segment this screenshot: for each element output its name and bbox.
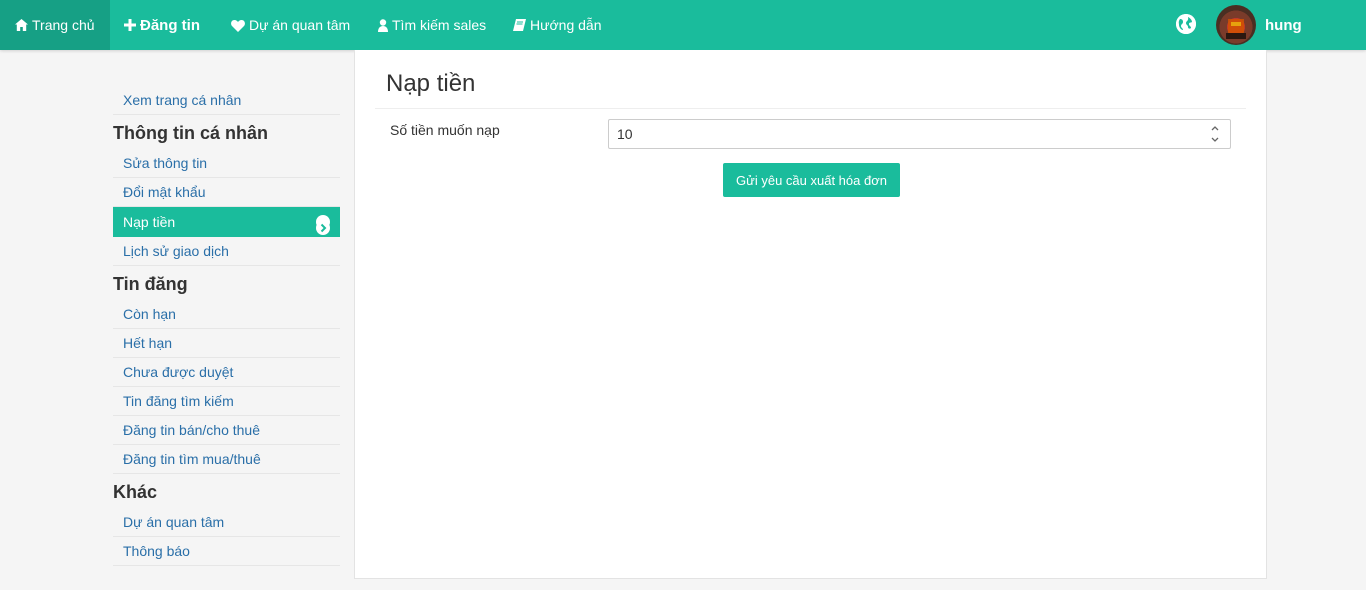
sidebar-item-top-up[interactable]: Nạp tiền bbox=[113, 207, 340, 237]
page-title: Nạp tiền bbox=[375, 50, 1246, 109]
username[interactable]: hung bbox=[1265, 0, 1302, 50]
nav-projects-label: Dự án quan tâm bbox=[249, 17, 351, 33]
sidebar-item-change-password[interactable]: Đổi mật khẩu bbox=[113, 178, 340, 207]
sidebar-item-active-listings[interactable]: Còn hạn bbox=[113, 300, 340, 329]
amount-input[interactable] bbox=[608, 119, 1231, 149]
main-panel: Nạp tiền Số tiền muốn nạp Gửi yêu cầu xu… bbox=[354, 50, 1267, 579]
sidebar-item-post-buy-rent[interactable]: Đăng tin tìm mua/thuê bbox=[113, 445, 340, 474]
sidebar-item-transaction-history[interactable]: Lịch sử giao dịch bbox=[113, 237, 340, 266]
nav-guide-label: Hướng dẫn bbox=[530, 17, 602, 33]
book-icon bbox=[513, 19, 526, 31]
sidebar-item-notifications[interactable]: Thông báo bbox=[113, 537, 340, 566]
nav-post[interactable]: Đăng tin bbox=[124, 0, 200, 50]
nav-home[interactable]: Trang chủ bbox=[0, 0, 110, 50]
globe-icon[interactable] bbox=[1176, 14, 1196, 34]
submit-invoice-request-button[interactable]: Gửi yêu cầu xuất hóa đơn bbox=[723, 163, 900, 197]
top-navbar: Trang chủ Đăng tin Dự án quan tâm Tìm ki… bbox=[0, 0, 1366, 50]
sidebar-item-view-profile[interactable]: Xem trang cá nhân bbox=[113, 86, 340, 115]
heart-icon bbox=[231, 19, 245, 32]
home-icon bbox=[15, 19, 28, 31]
sidebar-item-post-sell-rent[interactable]: Đăng tin bán/cho thuê bbox=[113, 416, 340, 445]
sidebar-section-title: Khác bbox=[113, 482, 158, 502]
avatar[interactable] bbox=[1216, 5, 1256, 45]
sidebar: Xem trang cá nhân Thông tin cá nhân Sửa … bbox=[113, 86, 340, 566]
amount-label: Số tiền muốn nạp bbox=[390, 122, 500, 138]
nav-projects[interactable]: Dự án quan tâm bbox=[231, 0, 350, 50]
nav-search-sales[interactable]: Tìm kiếm sales bbox=[378, 0, 486, 50]
sidebar-section-title: Tin đăng bbox=[113, 274, 188, 294]
user-icon bbox=[378, 18, 388, 32]
plus-icon bbox=[124, 19, 136, 31]
number-spinner[interactable] bbox=[1207, 123, 1223, 145]
chevron-right-circle-icon bbox=[316, 215, 330, 235]
nav-post-label: Đăng tin bbox=[140, 16, 200, 34]
sidebar-item-search-listings[interactable]: Tin đăng tìm kiếm bbox=[113, 387, 340, 416]
sidebar-item-edit-info[interactable]: Sửa thông tin bbox=[113, 149, 340, 178]
sidebar-item-expired-listings[interactable]: Hết hạn bbox=[113, 329, 340, 358]
nav-search-sales-label: Tìm kiếm sales bbox=[392, 17, 487, 33]
nav-guide[interactable]: Hướng dẫn bbox=[513, 0, 601, 50]
sidebar-item-pending-listings[interactable]: Chưa được duyệt bbox=[113, 358, 340, 387]
nav-home-label: Trang chủ bbox=[32, 17, 95, 33]
sidebar-item-followed-projects[interactable]: Dự án quan tâm bbox=[113, 508, 340, 537]
sidebar-section-title: Thông tin cá nhân bbox=[113, 123, 268, 143]
sidebar-item-label: Nạp tiền bbox=[123, 214, 176, 230]
